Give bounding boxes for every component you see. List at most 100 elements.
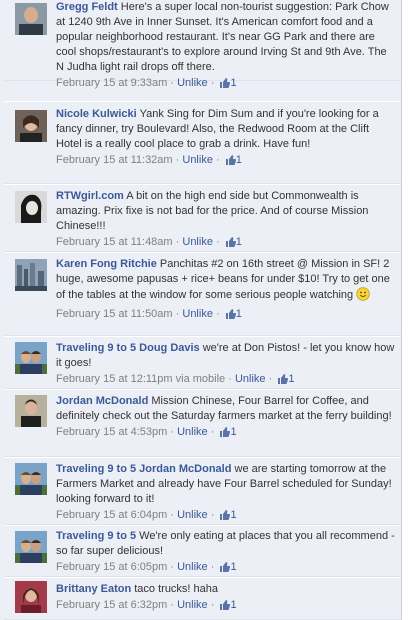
comment-body: Traveling 9 to 5 Doug Davis we're at Don… (56, 341, 395, 389)
like-count[interactable]: 1 (230, 561, 236, 573)
comment-author-link[interactable]: Jordan McDonald (56, 395, 148, 407)
unlike-link[interactable]: Unlike (235, 373, 266, 385)
comment-item: Gregg Feldt Here's a super local non-tou… (4, 0, 401, 89)
comment-body: Jordan McDonald Mission Chinese, Four Ba… (56, 394, 395, 442)
separator: · (167, 561, 178, 573)
avatar[interactable] (15, 395, 47, 427)
comment-author-link[interactable]: Traveling 9 to 5 (56, 463, 136, 475)
comment-author-link[interactable]: Karen Fong Ritchie (56, 258, 157, 270)
comment-item: RTWgirl.com A bit on the high end side b… (4, 184, 401, 252)
profile-photo (15, 581, 47, 613)
separator: · (172, 308, 183, 320)
comment-meta: February 15 at 11:50am · Unlike · 1 (56, 307, 395, 324)
thumbs-up-icon[interactable] (225, 154, 236, 170)
profile-photo (15, 463, 47, 495)
unlike-link[interactable]: Unlike (177, 509, 208, 521)
comment-item: Traveling 9 to 5 Doug Davis we're at Don… (4, 336, 401, 389)
comment-meta: February 15 at 11:32am · Unlike · 1 (56, 153, 395, 170)
comment-item: Jordan McDonald Mission Chinese, Four Ba… (4, 389, 401, 457)
comment-author-link[interactable]: Nicole Kulwicki (56, 108, 137, 120)
comment-author-link[interactable]: Traveling 9 to 5 (56, 530, 136, 542)
comment-author-link[interactable]: Brittany Eaton (56, 583, 131, 595)
avatar[interactable] (15, 259, 47, 291)
thumbs-up-icon[interactable] (219, 77, 231, 93)
comment-item: Brittany Eaton taco trucks! haha Februar… (4, 577, 401, 620)
comment-timestamp[interactable]: February 15 at 11:32am (56, 154, 173, 166)
comment-body: Traveling 9 to 5 Jordan McDonald we are … (56, 462, 395, 525)
unlike-link[interactable]: Unlike (177, 77, 208, 89)
avatar[interactable] (15, 110, 47, 142)
profile-photo (15, 395, 47, 427)
like-count[interactable]: 1 (230, 426, 236, 438)
comment-timestamp[interactable]: February 15 at 6:32pm (56, 599, 167, 611)
profile-photo (15, 191, 47, 223)
thumbs-up-icon[interactable] (219, 509, 231, 525)
like-count[interactable]: 1 (236, 308, 242, 320)
comment-text: taco trucks! haha (134, 583, 219, 595)
comment-body: Traveling 9 to 5 We're only eating at pl… (56, 529, 395, 577)
profile-photo (15, 3, 47, 35)
avatar[interactable] (15, 342, 47, 374)
like-count[interactable]: 1 (230, 77, 236, 89)
like-count[interactable]: 1 (236, 154, 242, 166)
comment-body: Gregg Feldt Here's a super local non-tou… (56, 0, 395, 93)
comment-timestamp[interactable]: February 15 at 6:04pm (56, 509, 167, 521)
thumbs-up-icon[interactable] (225, 308, 236, 324)
separator: · (167, 599, 178, 611)
unlike-link[interactable]: Unlike (177, 561, 208, 573)
comment-thread: Gregg Feldt Here's a super local non-tou… (0, 0, 402, 620)
comment-meta: February 15 at 6:05pm · Unlike · 1 (56, 560, 395, 577)
comment-item: Traveling 9 to 5 We're only eating at pl… (4, 525, 401, 577)
via-mobile-label: via mobile (175, 373, 226, 385)
comment-timestamp[interactable]: February 15 at 6:05pm (56, 561, 167, 573)
avatar[interactable] (15, 191, 47, 223)
unlike-link[interactable]: Unlike (177, 426, 208, 438)
separator: · (167, 77, 178, 89)
separator: · (172, 236, 183, 248)
thumbs-up-icon[interactable] (277, 373, 289, 389)
comment-timestamp[interactable]: February 15 at 11:48am (56, 236, 173, 248)
comment-author-link[interactable]: Gregg Feldt (56, 1, 118, 13)
thumbs-up-icon[interactable] (219, 599, 231, 615)
separator: · (172, 154, 183, 166)
thumbs-up-icon[interactable] (219, 426, 231, 442)
separator: · (265, 373, 276, 385)
comment-timestamp[interactable]: February 15 at 12:11pm (56, 373, 173, 385)
comment-meta: February 15 at 4:53pm · Unlike · 1 (56, 425, 395, 442)
like-count[interactable]: 1 (236, 236, 242, 248)
comment-meta: February 15 at 11:48am · Unlike · 1 (56, 235, 395, 252)
like-count[interactable]: 1 (230, 599, 236, 611)
comment-body: Brittany Eaton taco trucks! haha Februar… (56, 582, 395, 615)
comment-author-link[interactable]: RTWgirl.com (56, 190, 124, 202)
smiley-emoticon-icon (356, 287, 370, 306)
avatar[interactable] (15, 581, 47, 613)
comment-meta: February 15 at 6:32pm · Unlike · 1 (56, 598, 395, 615)
mention-link[interactable]: Jordan McDonald (139, 463, 231, 475)
separator: · (225, 373, 235, 385)
comment-body: Karen Fong Ritchie Panchitas #2 on 16th … (56, 257, 395, 324)
comment-timestamp[interactable]: February 15 at 4:53pm (56, 426, 167, 438)
comment-author-link[interactable]: Traveling 9 to 5 (56, 342, 136, 354)
comment-timestamp[interactable]: February 15 at 11:50am (56, 308, 173, 320)
thumbs-up-icon[interactable] (219, 561, 231, 577)
comment-timestamp[interactable]: February 15 at 9:33am (56, 77, 167, 89)
avatar[interactable] (15, 463, 47, 495)
comment-item: Traveling 9 to 5 Jordan McDonald we are … (4, 457, 401, 525)
unlike-link[interactable]: Unlike (177, 599, 208, 611)
thumbs-up-icon[interactable] (225, 236, 236, 252)
unlike-link[interactable]: Unlike (182, 236, 213, 248)
like-count[interactable]: 1 (288, 373, 294, 385)
comment-meta: February 15 at 6:04pm · Unlike · 1 (56, 508, 395, 525)
avatar[interactable] (15, 531, 47, 563)
separator: · (207, 77, 218, 89)
separator: · (167, 509, 178, 521)
mention-link[interactable]: Doug Davis (139, 342, 200, 354)
separator: · (212, 308, 223, 320)
separator: · (207, 426, 218, 438)
unlike-link[interactable]: Unlike (182, 154, 213, 166)
separator: · (207, 599, 218, 611)
avatar[interactable] (15, 3, 47, 35)
separator: · (167, 426, 178, 438)
like-count[interactable]: 1 (230, 509, 236, 521)
unlike-link[interactable]: Unlike (182, 308, 213, 320)
